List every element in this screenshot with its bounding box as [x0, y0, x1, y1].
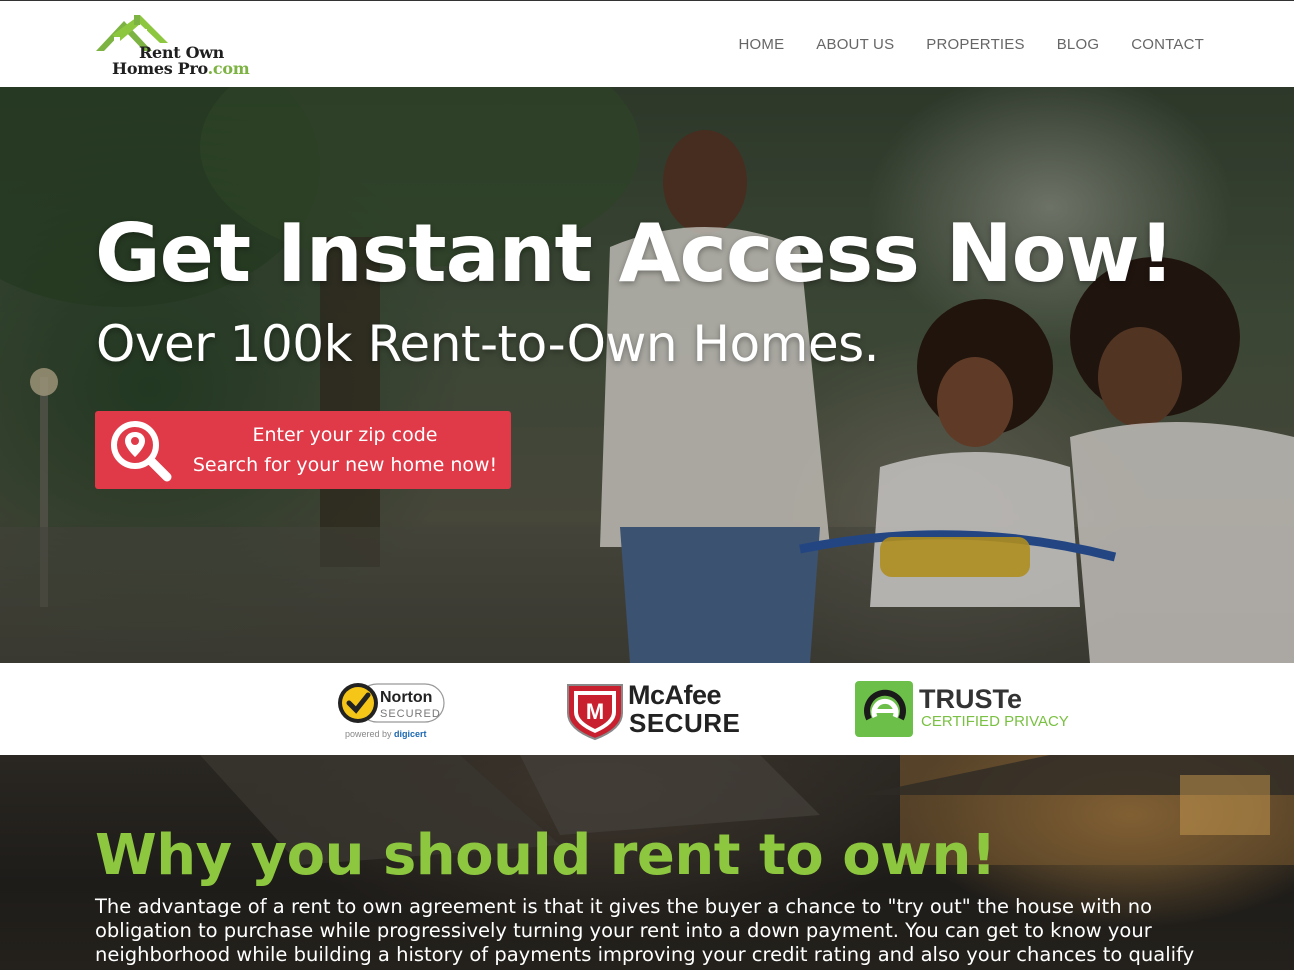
search-button-line1: Enter your zip code: [252, 424, 438, 446]
norton-secured: SECURED: [380, 708, 441, 720]
mcafee-badge: M McAfee SECURE: [566, 679, 740, 741]
truste-name: TRUSTe: [919, 684, 1023, 714]
mcafee-name: McAfee: [628, 680, 722, 710]
nav-contact[interactable]: CONTACT: [1131, 36, 1204, 53]
mcafee-shield-icon: M: [567, 684, 623, 741]
hero-title: Get Instant Access Now!: [95, 207, 1175, 300]
norton-name: Norton: [380, 689, 433, 706]
trust-badges: Norton SECURED powered by digicert M McA…: [0, 663, 1294, 755]
nav-blog[interactable]: BLOG: [1057, 36, 1099, 53]
why-body: The advantage of a rent to own agreement…: [95, 895, 1195, 970]
nav-home[interactable]: HOME: [738, 36, 784, 53]
main-nav: HOME ABOUT US PROPERTIES BLOG CONTACT: [738, 36, 1204, 53]
zip-search-button[interactable]: Enter your zip code Search for your new …: [95, 411, 511, 489]
why-title: Why you should rent to own!: [95, 823, 996, 888]
truste-badge: TRUSTe CERTIFIED PRIVACY: [855, 679, 1070, 739]
site-header: Rent Own Homes Pro.com HOME ABOUT US PRO…: [0, 0, 1294, 87]
why-rent-to-own-section: Why you should rent to own! The advantag…: [0, 755, 1294, 970]
truste-logo-icon: [855, 681, 913, 737]
logo-text-line2: Homes Pro.com: [112, 59, 250, 78]
search-button-line2: Search for your new home now!: [192, 454, 498, 476]
location-search-icon: [111, 421, 172, 482]
norton-badge: Norton SECURED powered by digicert: [336, 680, 448, 740]
hero-overlay: [0, 87, 1294, 663]
truste-certified-privacy: CERTIFIED PRIVACY: [921, 713, 1069, 730]
svg-text:M: M: [586, 699, 604, 724]
mcafee-secure: SECURE: [629, 708, 741, 738]
hero-section: Get Instant Access Now! Over 100k Rent-t…: [0, 87, 1294, 663]
nav-properties[interactable]: PROPERTIES: [926, 36, 1024, 53]
norton-powered-by: powered by digicert: [345, 729, 427, 739]
site-logo[interactable]: Rent Own Homes Pro.com: [94, 13, 254, 78]
nav-about-us[interactable]: ABOUT US: [816, 36, 894, 53]
hero-subtitle: Over 100k Rent-to-Own Homes.: [96, 315, 880, 373]
